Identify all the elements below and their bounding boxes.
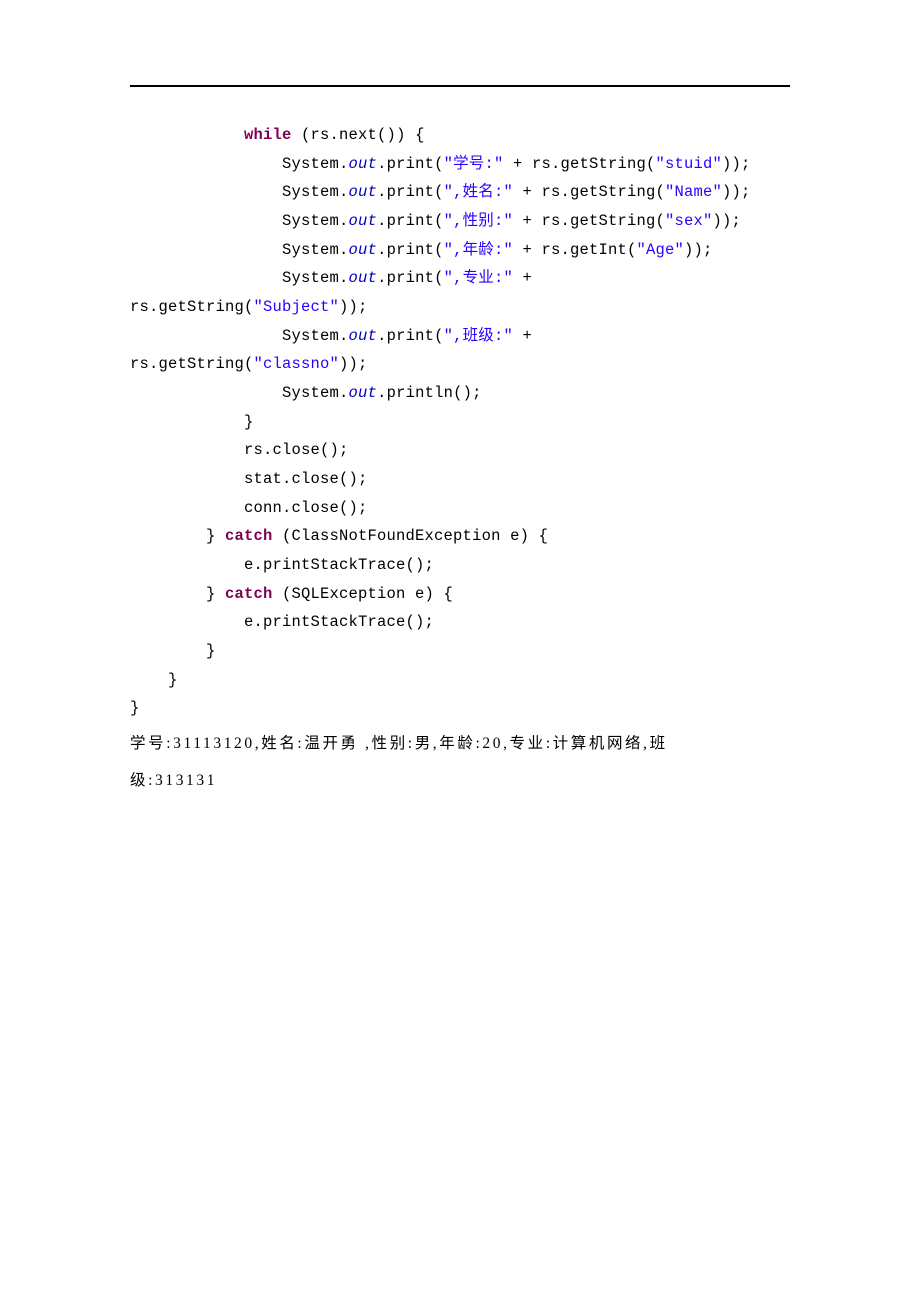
keyword-catch: catch — [225, 585, 273, 603]
code-line: } — [130, 642, 216, 660]
code-line: System.out.print(",专业:" + — [130, 269, 532, 287]
code-line: System.out.print(",姓名:" + rs.getString("… — [130, 183, 751, 201]
static-out: out — [349, 241, 378, 259]
keyword-catch: catch — [225, 527, 273, 545]
string-literal: "stuid" — [656, 155, 723, 173]
string-literal: "Name" — [665, 183, 722, 201]
static-out: out — [349, 212, 378, 230]
code-line: } catch (SQLException e) { — [130, 585, 453, 603]
output-line: 学号:31113120,姓名:温开勇 ,性别:男,年龄:20,专业:计算机网络,… — [130, 725, 790, 762]
static-out: out — [349, 183, 378, 201]
code-line: conn.close(); — [130, 499, 368, 517]
code-line: e.printStackTrace(); — [130, 556, 434, 574]
string-literal: ",年龄:" — [444, 241, 513, 259]
code-line: System.out.print("学号:" + rs.getString("s… — [130, 155, 751, 173]
string-literal: "学号:" — [444, 155, 504, 173]
string-literal: "Age" — [637, 241, 685, 259]
code-line: e.printStackTrace(); — [130, 613, 434, 631]
static-out: out — [349, 327, 378, 345]
code-block: while (rs.next()) { System.out.print("学号… — [130, 121, 790, 723]
static-out: out — [349, 155, 378, 173]
output-line: 级:313131 — [130, 762, 790, 799]
code-line: System.out.print(",性别:" + rs.getString("… — [130, 212, 741, 230]
document-page: while (rs.next()) { System.out.print("学号… — [0, 0, 920, 839]
code-line: System.out.println(); — [130, 384, 482, 402]
code-line: System.out.print(",年龄:" + rs.getInt("Age… — [130, 241, 713, 259]
code-line: while (rs.next()) { — [130, 126, 425, 144]
string-literal: ",性别:" — [444, 212, 513, 230]
code-line: } — [130, 671, 178, 689]
horizontal-rule — [130, 85, 790, 87]
code-line: rs.getString("classno")); — [130, 355, 368, 373]
code-line: System.out.print(",班级:" + — [130, 327, 532, 345]
string-literal: "Subject" — [254, 298, 340, 316]
code-line: } catch (ClassNotFoundException e) { — [130, 527, 548, 545]
code-line: stat.close(); — [130, 470, 368, 488]
code-line: } — [130, 413, 254, 431]
code-line: rs.close(); — [130, 441, 349, 459]
string-literal: "sex" — [665, 212, 713, 230]
string-literal: ",班级:" — [444, 327, 513, 345]
static-out: out — [349, 269, 378, 287]
program-output: 学号:31113120,姓名:温开勇 ,性别:男,年龄:20,专业:计算机网络,… — [130, 725, 790, 799]
string-literal: ",专业:" — [444, 269, 513, 287]
string-literal: "classno" — [254, 355, 340, 373]
string-literal: ",姓名:" — [444, 183, 513, 201]
code-line: rs.getString("Subject")); — [130, 298, 368, 316]
code-line: } — [130, 699, 140, 717]
static-out: out — [349, 384, 378, 402]
keyword-while: while — [244, 126, 292, 144]
